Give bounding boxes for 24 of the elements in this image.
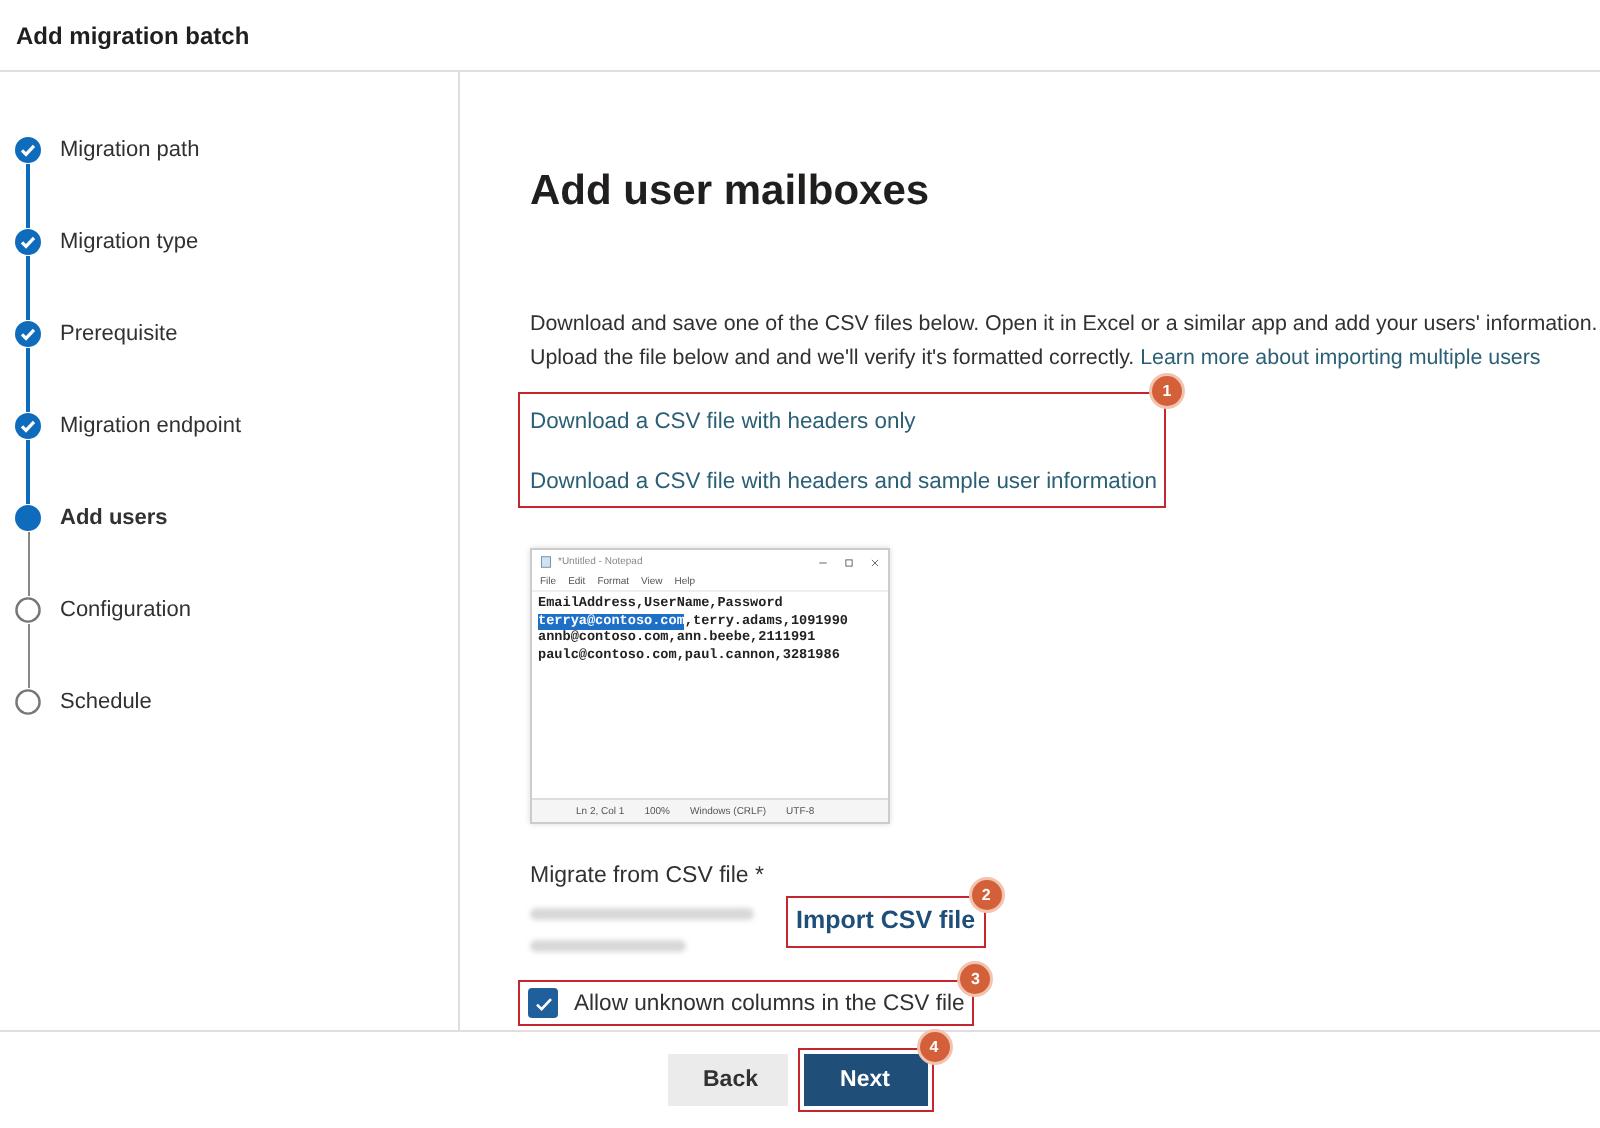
notepad-icon <box>540 556 552 568</box>
callout-badge: 3 <box>960 964 991 994</box>
checkbox[interactable] <box>528 988 558 1018</box>
field-label: Migrate from CSV file * <box>530 864 766 888</box>
download-link[interactable]: Download a CSV file with headers and sample user information <box>530 466 1154 498</box>
step-label[interactable]: Schedule <box>60 688 152 716</box>
callout-badge: 1 <box>1152 376 1182 406</box>
callout-badge: 4 <box>919 1032 949 1062</box>
step-label[interactable]: Migration type <box>60 228 199 256</box>
step-label[interactable]: Add users <box>60 504 168 532</box>
download-link[interactable]: Download a CSV file with headers only <box>530 406 1154 438</box>
next-button[interactable]: Next <box>803 1054 927 1106</box>
back-button[interactable]: Back <box>667 1054 787 1106</box>
learn-more-link[interactable]: Learn more about importing multiple users <box>1140 346 1541 370</box>
intro-paragraph: Download and save one of the CSV files below. Open it in Excel or a similar app and add your users' information. Upload the file below and and we'll verify it's formatted correctly. Learn more about importing multiple users <box>530 310 1600 374</box>
step-label[interactable]: Prerequisite <box>60 320 178 348</box>
close-icon[interactable] <box>870 557 880 567</box>
callout-badge: 2 <box>971 880 1002 910</box>
maximize-icon[interactable] <box>844 557 854 567</box>
page-heading: Add user mailboxes <box>530 166 932 218</box>
step-label[interactable]: Configuration <box>60 596 191 624</box>
step-label[interactable]: Migration endpoint <box>60 412 242 440</box>
window-title: Add migration batch <box>16 21 250 49</box>
step-label[interactable]: Migration path <box>60 136 200 164</box>
